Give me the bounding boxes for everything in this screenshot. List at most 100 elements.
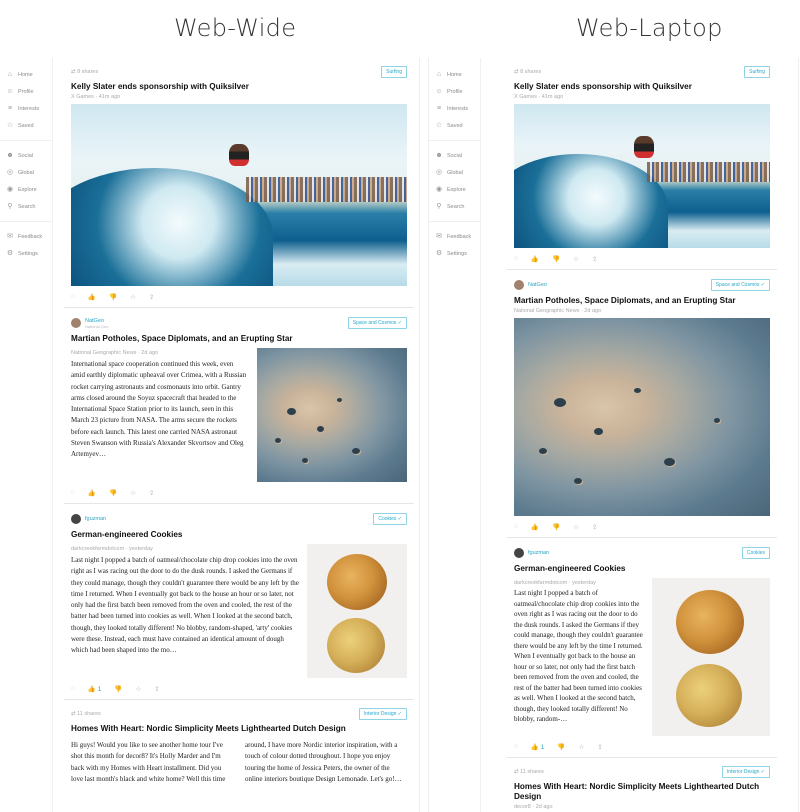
post-excerpt-right: around, I have more Nordic interior insp… (245, 741, 402, 783)
sidebar-item-social[interactable]: ☻ Social (0, 147, 52, 164)
list-icon: ≡ (436, 104, 442, 112)
sidebar-item-saved[interactable]: ☆ Saved (429, 117, 480, 134)
user-icon: ☺ (6, 87, 14, 95)
post-source[interactable]: fguzman (71, 514, 106, 524)
post-title[interactable]: Homes With Heart: Nordic Simplicity Meet… (71, 724, 407, 734)
sidebar-item-global[interactable]: ◎ Global (429, 164, 480, 181)
sidebar-item-explore[interactable]: ◉ Explore (0, 181, 52, 198)
star-icon[interactable]: ☆ (573, 255, 579, 263)
star-icon: ☆ (6, 121, 14, 129)
post-title[interactable]: Homes With Heart: Nordic Simplicity Meet… (514, 782, 770, 802)
post-title[interactable]: Kelly Slater ends sponsorship with Quiks… (71, 82, 407, 92)
comment-icon[interactable]: ◌ (71, 489, 75, 496)
comment-icon[interactable]: ◌ (71, 293, 75, 300)
thumbs-down-icon[interactable]: 👎 (552, 523, 560, 531)
comment-icon[interactable]: ◌ (514, 255, 518, 262)
star-icon[interactable]: ☆ (579, 743, 585, 751)
post-image-surfer[interactable] (71, 104, 407, 286)
topic-tag[interactable]: Interior Design ✓ (721, 766, 770, 778)
sidebar-item-profile[interactable]: ☺ Profile (429, 83, 480, 100)
source-name[interactable]: fguzman (85, 516, 106, 522)
topic-tag[interactable]: Space and Cosmos ✓ (710, 279, 770, 291)
thumbs-up-icon[interactable]: 👍 (531, 523, 539, 531)
sidebar-item-explore[interactable]: ◉ Explore (429, 181, 480, 198)
topic-tag[interactable]: Surfing (381, 66, 407, 78)
share-count: ⇄ 8 shares (71, 69, 99, 75)
post-card-cookies: fguzman Cookies German-engineered Cookie… (507, 538, 777, 758)
post-actions: ◌ 👍 1 👎 ☆ ⇪ (71, 684, 407, 693)
thumbs-down-icon[interactable]: 👎 (114, 685, 122, 693)
sidebar-item-settings[interactable]: ⚙ Settings (429, 245, 480, 262)
thumbs-down-icon[interactable]: 👎 (109, 293, 117, 301)
sidebar-item-interests[interactable]: ≡ Interests (429, 100, 480, 117)
share-count: ⇄ 11 shares (514, 769, 544, 775)
share-icon[interactable]: ⇪ (597, 743, 602, 751)
post-actions: ◌ 👍 👎 ☆ ⇪ (514, 522, 770, 531)
thumbs-down-icon[interactable]: 👎 (109, 489, 117, 497)
source-name[interactable]: NatGeo (528, 282, 547, 288)
post-title[interactable]: German-engineered Cookies (71, 530, 407, 540)
sidebar-item-global[interactable]: ◎ Global (0, 164, 52, 181)
comment-icon[interactable]: ◌ (514, 523, 518, 530)
thumbs-up-icon[interactable]: 👍 1 (88, 685, 102, 693)
star-icon[interactable]: ☆ (573, 523, 579, 531)
post-title[interactable]: Martian Potholes, Space Diplomats, and a… (71, 334, 407, 344)
sidebar-item-interests[interactable]: ≡ Interests (0, 100, 52, 117)
like-count: 1 (97, 685, 102, 693)
post-title[interactable]: Kelly Slater ends sponsorship with Quiks… (514, 82, 770, 92)
post-title[interactable]: Martian Potholes, Space Diplomats, and a… (514, 296, 770, 306)
sidebar-item-feedback[interactable]: ✉ Feedback (0, 228, 52, 245)
share-icon[interactable]: ⇪ (592, 523, 597, 531)
thumbs-up-icon[interactable]: 👍 (531, 255, 539, 263)
post-source[interactable]: fguzman (514, 548, 549, 558)
thumbs-up-icon[interactable]: 👍 1 (531, 743, 545, 751)
sidebar-item-search[interactable]: ⚲ Search (429, 198, 480, 215)
sidebar-item-home[interactable]: ⌂ Home (429, 66, 480, 83)
sidebar-item-feedback[interactable]: ✉ Feedback (429, 228, 480, 245)
star-icon[interactable]: ☆ (130, 293, 136, 301)
post-source[interactable]: NatGeo (514, 280, 547, 290)
topic-tag[interactable]: Space and Cosmos ✓ (347, 317, 407, 329)
source-name[interactable]: fguzman (528, 550, 549, 556)
sidebar-item-profile[interactable]: ☺ Profile (0, 83, 52, 100)
star-icon[interactable]: ☆ (136, 685, 142, 693)
thumbs-up-icon[interactable]: 👍 (88, 293, 96, 301)
post-image-mars[interactable] (514, 318, 770, 516)
post-source[interactable]: NatGeo National Geo (71, 318, 108, 329)
crowd-graphic (647, 161, 770, 182)
post-title[interactable]: German-engineered Cookies (514, 564, 770, 574)
thumbs-down-icon[interactable]: 👎 (552, 255, 560, 263)
topic-tag[interactable]: Surfing (744, 66, 770, 78)
sidebar-item-home[interactable]: ⌂ Home (0, 66, 52, 83)
sidebar-item-saved[interactable]: ☆ Saved (0, 117, 52, 134)
post-image-surfer[interactable] (514, 104, 770, 248)
post-actions: ◌ 👍 👎 ☆ ⇪ (514, 254, 770, 263)
post-card-mars: NatGeo National Geo Space and Cosmos ✓ M… (64, 308, 414, 504)
topic-tag[interactable]: Cookies ✓ (373, 513, 407, 525)
sidebar-item-label: Feedback (447, 233, 472, 240)
sidebar-item-search[interactable]: ⚲ Search (0, 198, 52, 215)
home-icon: ⌂ (7, 70, 13, 78)
comment-icon[interactable]: ◌ (71, 685, 75, 692)
post-image-cookies[interactable] (307, 544, 407, 678)
sidebar-item-label: Feedback (18, 233, 43, 240)
sidebar-item-social[interactable]: ☻ Social (429, 147, 480, 164)
star-icon[interactable]: ☆ (130, 489, 136, 497)
share-icon[interactable]: ⇪ (154, 685, 159, 693)
thumbs-up-icon[interactable]: 👍 (88, 489, 96, 497)
sidebar-item-settings[interactable]: ⚙ Settings (0, 245, 52, 262)
sidebar: ⌂ Home ☺ Profile ≡ Interests ☆ Saved ☻ Social… (429, 58, 481, 812)
sidebar-item-label: Explore (18, 186, 37, 193)
post-image-cookies[interactable] (652, 578, 770, 736)
share-icon[interactable]: ⇪ (592, 255, 597, 263)
sidebar-item-label: Global (18, 169, 34, 176)
post-image-mars[interactable] (257, 348, 407, 482)
comment-icon[interactable]: ◌ (514, 743, 518, 750)
share-icon[interactable]: ⇪ (149, 293, 154, 301)
topic-tag[interactable]: Interior Design ✓ (358, 708, 407, 720)
thumbs-down-icon[interactable]: 👎 (557, 743, 565, 751)
sidebar-divider (0, 221, 52, 222)
share-icon[interactable]: ⇪ (149, 489, 154, 497)
sidebar-item-label: Social (447, 152, 462, 159)
topic-tag[interactable]: Cookies (741, 547, 770, 559)
